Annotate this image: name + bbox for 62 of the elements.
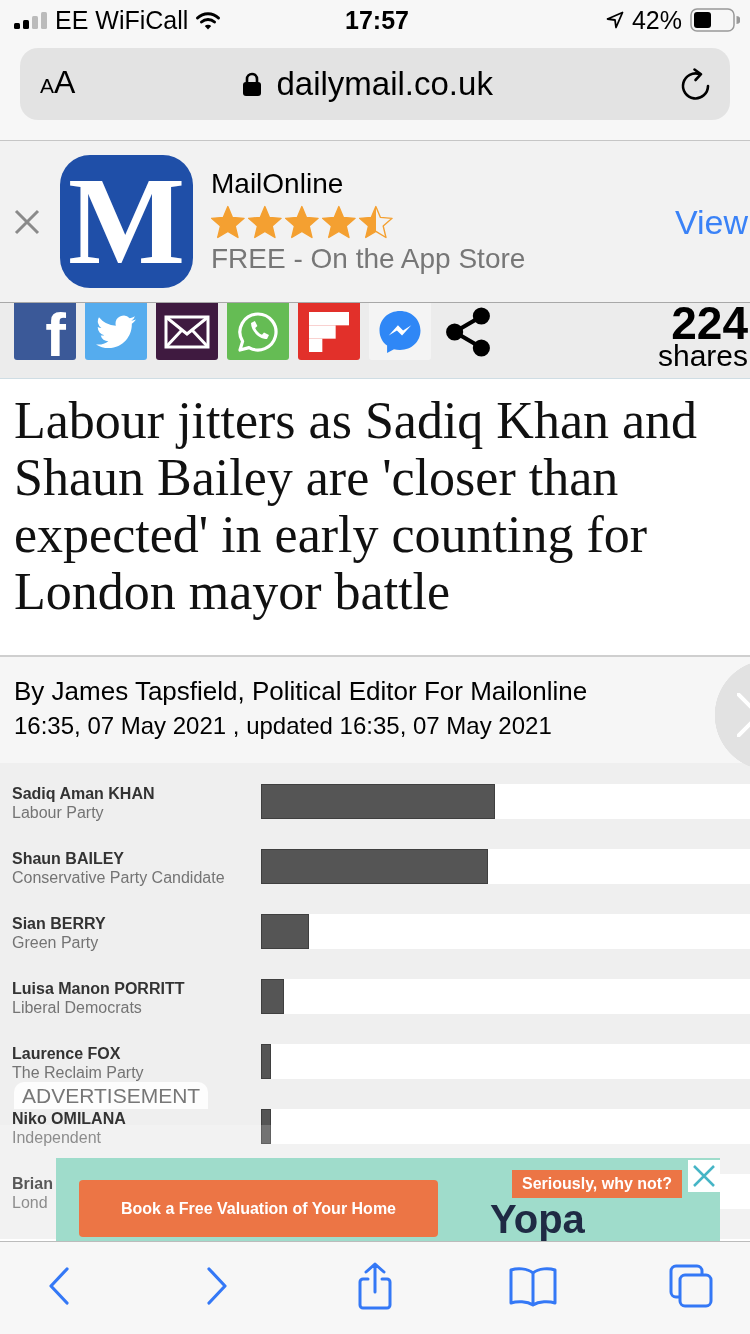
phone-bubble-icon bbox=[236, 309, 280, 354]
blocky-f-icon bbox=[309, 311, 349, 352]
carrier-name: EE WiFiCall bbox=[55, 5, 189, 35]
url-text: dailymail.co.uk bbox=[276, 64, 493, 104]
location-arrow-icon bbox=[605, 11, 624, 29]
open-book-icon bbox=[508, 1265, 558, 1307]
candidate-name: Shaun BAILEY bbox=[12, 849, 124, 868]
clock-time: 17:57 bbox=[345, 5, 409, 35]
share-button[interactable]: f bbox=[14, 303, 76, 360]
share-count-label: shares bbox=[657, 342, 748, 370]
close-icon[interactable] bbox=[688, 1160, 720, 1192]
article-headline: Labour jitters as Sadiq Khan and Shaun Bailey are 'closer than expected' in early counting for London mayor battle bbox=[14, 392, 699, 620]
bird-icon bbox=[96, 313, 136, 350]
party-name: Liberal Democrats bbox=[12, 998, 142, 1017]
signal-icon bbox=[14, 10, 48, 30]
vote-bar bbox=[261, 979, 284, 1014]
envelope-icon bbox=[164, 314, 210, 349]
dateline-text: 16:35, 07 May 2021 , updated 16:35, 07 May 2021 bbox=[14, 712, 552, 740]
star-icon bbox=[322, 205, 356, 239]
close-icon bbox=[14, 208, 40, 235]
share-button[interactable] bbox=[156, 303, 218, 360]
share-count: 224 bbox=[671, 304, 748, 342]
overlapping-squares-icon bbox=[668, 1263, 714, 1309]
candidate-name: Laurence FOX bbox=[12, 1044, 121, 1063]
party-name: Green Party bbox=[12, 933, 99, 952]
app-logo: M bbox=[60, 155, 193, 288]
candidate-name: Brian bbox=[12, 1174, 53, 1193]
candidate-name: Luisa Manon PORRITT bbox=[12, 979, 185, 998]
vote-bar bbox=[261, 1109, 271, 1144]
lock-icon bbox=[242, 71, 263, 97]
reload-icon bbox=[680, 67, 712, 101]
chevron-left-icon bbox=[47, 1266, 71, 1306]
party-name: Conservative Party Candidate bbox=[12, 868, 225, 887]
brand-logo: Yopa bbox=[490, 1198, 585, 1240]
vote-bar bbox=[261, 914, 309, 949]
candidate-name: Niko OMILANA bbox=[12, 1109, 126, 1128]
battery-icon bbox=[690, 8, 740, 32]
share-icon bbox=[445, 305, 491, 358]
close-button[interactable] bbox=[14, 208, 40, 235]
address-bar[interactable]: AA dailymail.co.uk bbox=[20, 48, 730, 120]
star-icon bbox=[285, 205, 319, 239]
star-icon bbox=[359, 205, 393, 239]
party-name: The Reclaim Party bbox=[12, 1063, 144, 1082]
chevron-right-icon bbox=[205, 1266, 229, 1306]
slogan-label: Seriously, why not? bbox=[512, 1170, 682, 1198]
star-icon bbox=[248, 205, 282, 239]
chat-bubble-icon bbox=[379, 310, 421, 353]
party-name: Labour Party bbox=[12, 803, 104, 822]
star-icon bbox=[211, 205, 245, 239]
advertisement-label: ADVERTISEMENT bbox=[14, 1082, 209, 1109]
byline-text: By James Tapsfield, Political Editor For Mailonline bbox=[14, 676, 588, 706]
wifi-icon bbox=[195, 10, 222, 30]
text-size-button[interactable]: AA bbox=[40, 64, 76, 104]
party-name: Lond bbox=[12, 1193, 48, 1212]
party-name: Independent bbox=[12, 1128, 101, 1147]
battery-percent: 42% bbox=[631, 5, 682, 35]
reload-button[interactable] bbox=[680, 67, 712, 101]
vote-bar bbox=[261, 1044, 271, 1079]
app-name: MailOnline bbox=[211, 167, 344, 201]
candidate-name: Sadiq Aman KHAN bbox=[12, 784, 155, 803]
candidate-name: Sian BERRY bbox=[12, 914, 106, 933]
app-store-note: FREE - On the App Store bbox=[211, 242, 526, 276]
